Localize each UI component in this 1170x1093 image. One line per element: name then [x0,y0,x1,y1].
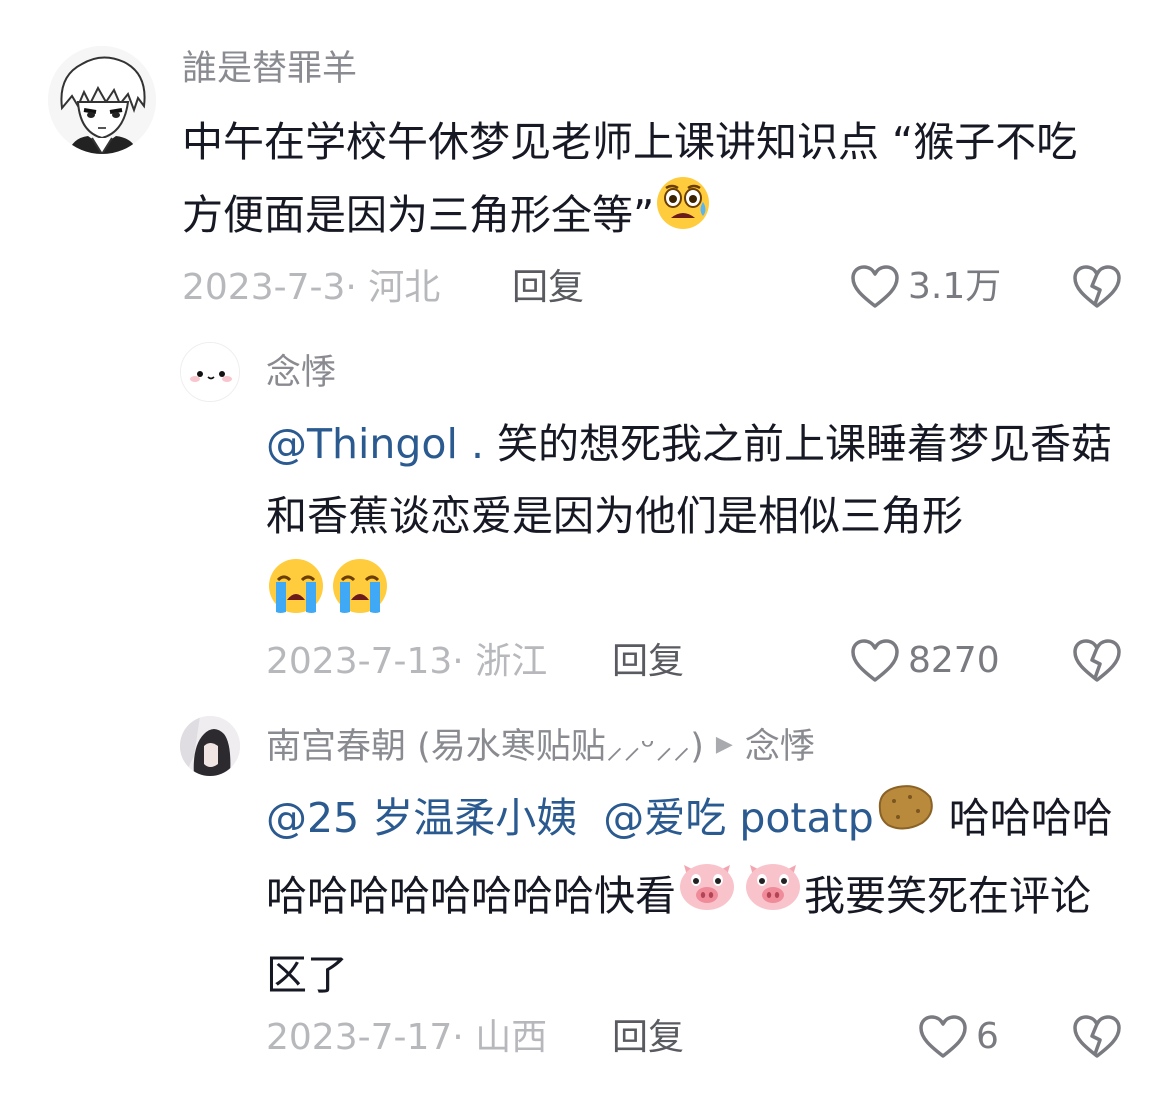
comment-date-location: 2023-7-17· 山西 [266,1017,548,1058]
girl-photo-avatar-icon [180,716,240,776]
reply-arrow-icon: ▶ [715,732,733,757]
broken-heart-icon [1073,639,1121,682]
dislike-button[interactable] [1072,1014,1122,1064]
pig-face-emoji-icon [742,855,804,935]
username: 南宫春朝 (易水寒贴贴⸝⸝ᵕ⸝⸝) ▶ 念悸 [266,730,815,765]
dislike-button[interactable] [1072,638,1122,688]
reply-button[interactable]: 回复 [612,644,684,680]
username-link[interactable]: 南宫春朝 (易水寒贴贴⸝⸝ᵕ⸝⸝) [266,727,704,767]
like-button[interactable]: 8270 [850,638,1000,684]
avatar[interactable] [180,716,240,776]
comment-date-location: 2023-7-13· 浙江 [266,641,548,682]
comment-text: @25 岁温柔小姨 @爱吃 potatp 哈哈哈哈哈哈哈哈哈哈哈哈快看 我要笑死… [266,782,1126,1011]
reply-to-username[interactable]: 念悸 [745,727,815,767]
mention-link[interactable]: @25 岁温柔小姨 [266,794,577,842]
heart-outline-icon [851,639,899,682]
comment-text: 中午在学校午休梦见老师上课讲知识点 “猴子不吃方便面是因为三角形全等” [182,106,1117,258]
broken-heart-icon [1073,265,1121,308]
avatar[interactable] [180,342,240,402]
mention-link[interactable]: @Thingol . [266,420,484,468]
anime-boy-avatar-icon [48,46,156,154]
loudly-crying-emoji-icon [266,556,326,638]
pig-face-emoji-icon [676,855,738,935]
potato-emoji-icon [874,779,936,855]
broken-heart-icon [1073,1015,1121,1058]
username[interactable]: 念悸 [266,356,336,391]
avatar[interactable] [48,46,156,154]
reply-button[interactable]: 回复 [512,270,584,306]
heart-outline-icon [851,265,899,308]
dislike-button[interactable] [1072,264,1122,314]
cute-face-avatar-icon [181,343,239,401]
comment-date-location: 2023-7-3· 河北 [182,267,441,308]
comment-text: @Thingol . 笑的想死我之前上课睡着梦见香菇和香蕉谈恋爱是因为他们是相似… [266,408,1126,634]
like-count: 8270 [908,640,1000,681]
like-count: 6 [976,1016,999,1057]
like-count: 3.1万 [908,266,1002,307]
mention-link[interactable]: @爱吃 potatp [603,794,873,842]
reply-button[interactable]: 回复 [612,1020,684,1056]
username[interactable]: 誰是替罪羊 [182,52,357,87]
like-button[interactable]: 3.1万 [850,264,1001,310]
like-button[interactable]: 6 [918,1014,999,1060]
scared-sweat-emoji-icon [654,174,712,254]
heart-outline-icon [919,1015,967,1058]
loudly-crying-emoji-icon [330,556,390,638]
comment-text-content: 中午在学校午休梦见老师上课讲知识点 “猴子不吃方便面是因为三角形全等” [182,118,1078,239]
